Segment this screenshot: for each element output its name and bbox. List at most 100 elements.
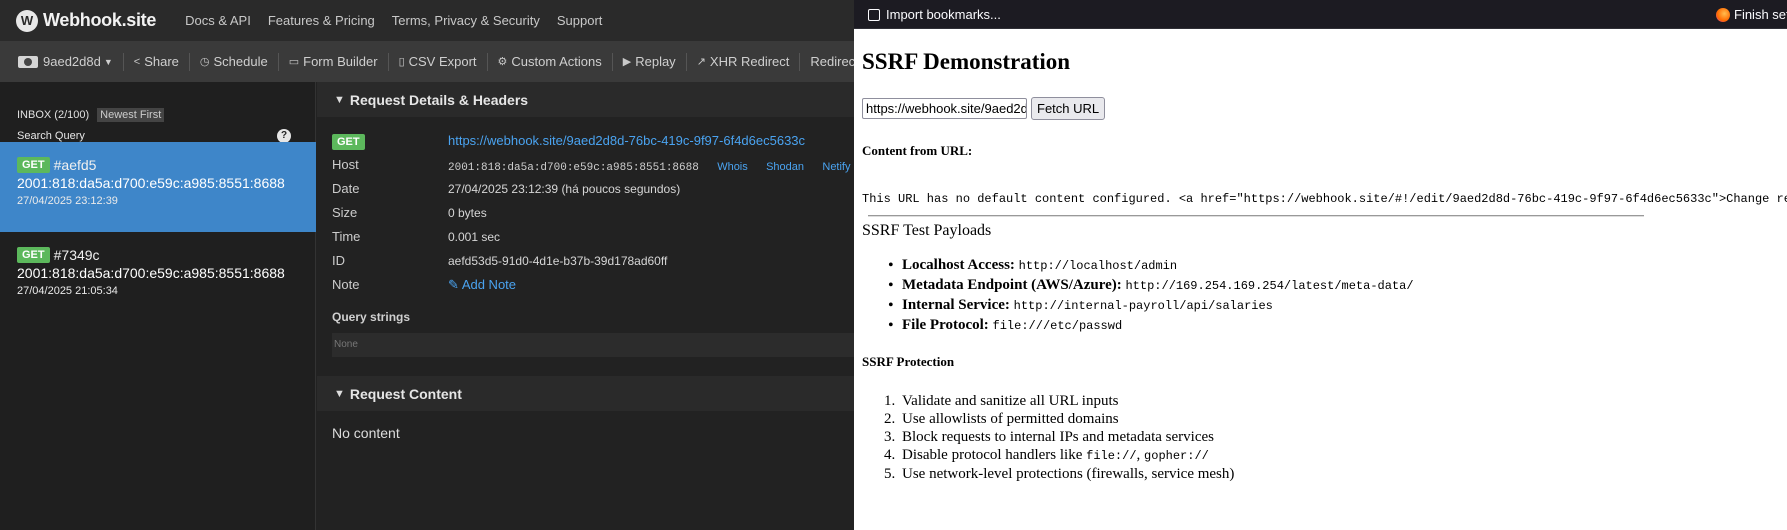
chevron-down-icon: ▼ (334, 387, 345, 400)
payload-list: Localhost Access: http://localhost/admin… (862, 256, 1414, 336)
netify-link[interactable]: Netify (822, 161, 850, 173)
request-ip: 2001:818:da5a:d700:e59c:a985:8551:8688 (17, 175, 285, 191)
redirect-button[interactable]: Redirect (799, 52, 854, 71)
shodan-link[interactable]: Shodan (766, 161, 804, 173)
schedule-label: Schedule (213, 54, 268, 69)
token-dropdown[interactable]: 9aed2d8d ▼ (18, 53, 123, 71)
form-icon: ▭ (288, 56, 300, 68)
host-value-row: 2001:818:da5a:d700:e59c:a985:8551:8688 W… (448, 159, 854, 174)
help-icon[interactable]: ? (277, 129, 291, 143)
form-builder-button[interactable]: ▭ Form Builder (277, 52, 388, 71)
protection-item: 3. Block requests to internal IPs and met… (884, 429, 1214, 445)
protection-text: Disable protocol handlers like (902, 447, 1087, 463)
request-ip: 2001:818:da5a:d700:e59c:a985:8551:8688 (17, 265, 285, 281)
note-label: Note (332, 277, 360, 292)
fetched-content: This URL has no default content configur… (862, 192, 1787, 206)
request-list-item[interactable]: GET #aefd5 2001:818:da5a:d700:e59c:a985:… (0, 142, 316, 232)
nav-support[interactable]: Support (557, 13, 603, 28)
share-label: Share (144, 54, 179, 69)
query-strings-box: None (332, 333, 854, 357)
share-icon: < (133, 55, 141, 68)
webhook-logo-icon: W (16, 9, 38, 32)
xhr-redirect-button[interactable]: ↗ XHR Redirect (685, 52, 800, 71)
gear-icon: ⚙ (497, 56, 508, 68)
date-label: Date (332, 181, 360, 196)
inbox-header: INBOX (2/100) Newest First (17, 108, 165, 122)
firefox-icon (1716, 7, 1730, 22)
pencil-icon: ✎ (448, 277, 459, 292)
protection-title: SSRF Protection (862, 354, 955, 369)
play-icon: ▶ (622, 56, 632, 68)
payload-value: http://internal-payroll/api/salaries (1013, 299, 1273, 313)
inbox-title: INBOX (2/100) (17, 109, 90, 121)
id-label: ID (332, 253, 345, 268)
protection-item: 4. Disable protocol handlers like file://… (884, 447, 1209, 463)
finish-setup-button[interactable]: Finish set (1716, 7, 1787, 22)
request-content-header[interactable]: ▼ Request Content (317, 376, 854, 411)
payload-label: Internal Service: (902, 297, 1010, 313)
add-note-link[interactable]: ✎ Add Note (448, 277, 516, 293)
custom-actions-label: Custom Actions (511, 54, 602, 69)
csv-export-label: CSV Export (408, 54, 477, 69)
protection-text: Use allowlists of permitted domains (902, 411, 1119, 427)
payload-item: Localhost Access: http://localhost/admin (862, 256, 1414, 276)
schedule-button[interactable]: ◷ Schedule (188, 52, 278, 71)
request-content-title: Request Content (349, 385, 462, 402)
replay-button[interactable]: ▶ Replay (611, 52, 686, 71)
request-details-panel: ▼ Request Details & Headers GET https://… (317, 82, 854, 530)
file-icon: ▯ (398, 56, 405, 68)
payloads-title: SSRF Test Payloads (862, 222, 992, 239)
sort-order-toggle[interactable]: Newest First (97, 108, 165, 122)
replay-label: Replay (635, 54, 676, 69)
protocol-code: gopher:// (1144, 449, 1209, 463)
protection-item: 1. Validate and sanitize all URL inputs (884, 393, 1119, 409)
request-time: 27/04/2025 21:05:34 (17, 285, 118, 297)
url-input[interactable]: https://webhook.site/9aed2d8d-76bc-419c-… (862, 98, 1027, 119)
inbox-sidebar: INBOX (2/100) Newest First Search Query … (0, 82, 316, 530)
id-value: aefd53d5-91d0-4d1e-b37b-39d178ad60ff (448, 254, 668, 268)
whois-link[interactable]: Whois (717, 161, 748, 173)
method-badge: GET (332, 134, 365, 150)
fetch-url-button[interactable]: Fetch URL (1031, 97, 1106, 120)
nav-features-pricing[interactable]: Features & Pricing (268, 13, 375, 28)
brand-logo[interactable]: W Webhook.site (16, 9, 157, 32)
custom-actions-button[interactable]: ⚙ Custom Actions (486, 52, 612, 71)
import-bookmarks-label: Import bookmarks... (886, 7, 1001, 22)
redirect-label: Redirect (810, 54, 854, 69)
divider (868, 215, 1644, 217)
request-time: 27/04/2025 23:12:39 (17, 195, 118, 207)
caret-down-icon: ▼ (103, 56, 113, 67)
request-details-title: Request Details & Headers (349, 91, 529, 108)
payload-label: File Protocol: (902, 317, 989, 333)
page-title: SSRF Demonstration (862, 49, 1071, 74)
payload-value: file:///etc/passwd (992, 319, 1123, 333)
request-list-item[interactable]: GET #7349c 2001:818:da5a:d700:e59c:a985:… (0, 232, 316, 322)
bookmarks-toolbar: Import bookmarks... Finish set (854, 0, 1787, 29)
nav-terms-privacy[interactable]: Terms, Privacy & Security (392, 13, 540, 28)
nav-docs-api[interactable]: Docs & API (185, 13, 251, 28)
request-id: #aefd5 (53, 157, 97, 173)
finish-setup-label: Finish set (1734, 7, 1787, 22)
webhook-site-pane: W Webhook.site Docs & API Features & Pri… (0, 0, 854, 530)
host-label: Host (332, 157, 359, 172)
size-value: 0 bytes (448, 206, 487, 220)
brand-name: Webhook.site (43, 10, 157, 30)
payload-item: File Protocol: file:///etc/passwd (862, 316, 1414, 336)
form-builder-label: Form Builder (303, 54, 378, 69)
host-ip: 2001:818:da5a:d700:e59c:a985:8551:8688 (448, 162, 699, 174)
request-details-header[interactable]: ▼ Request Details & Headers (317, 82, 854, 117)
payload-value: http://localhost/admin (1018, 259, 1178, 273)
protection-text: Validate and sanitize all URL inputs (902, 393, 1119, 409)
csv-export-button[interactable]: ▯ CSV Export (387, 52, 487, 71)
no-content-text: No content (332, 425, 400, 441)
query-strings-title: Query strings (332, 310, 411, 324)
request-url-link[interactable]: https://webhook.site/9aed2d8d-76bc-419c-… (448, 133, 805, 148)
top-navbar: W Webhook.site Docs & API Features & Pri… (0, 0, 854, 41)
share-button[interactable]: < Share (122, 52, 189, 71)
xhr-redirect-label: XHR Redirect (709, 54, 790, 69)
date-value: 27/04/2025 23:12:39 (há poucos segundos) (448, 182, 681, 196)
add-note-label: Add Note (461, 277, 517, 292)
time-value: 0.001 sec (448, 230, 501, 244)
content-heading: Content from URL: (862, 143, 973, 158)
import-bookmarks-button[interactable]: Import bookmarks... (868, 7, 1001, 22)
